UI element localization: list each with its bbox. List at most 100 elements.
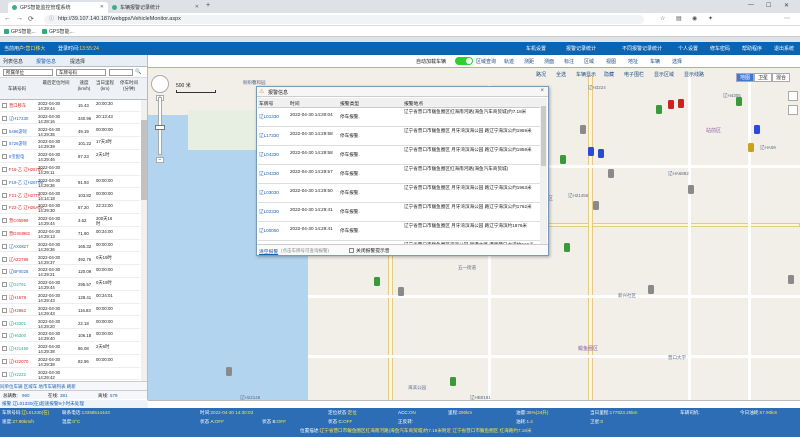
row-checkbox[interactable] bbox=[2, 320, 7, 326]
row-checkbox[interactable] bbox=[2, 128, 7, 134]
row-checkbox[interactable] bbox=[2, 218, 7, 224]
vehicle-marker[interactable] bbox=[564, 243, 570, 252]
table-row[interactable]: 5726游轮 2022-04-30 14:29:39 101.22 17天3时 bbox=[0, 138, 140, 151]
vehicle-marker[interactable] bbox=[688, 185, 694, 194]
collections-icon[interactable]: ▤ bbox=[676, 15, 682, 22]
alarm-plate[interactable]: 辽L01330 bbox=[259, 114, 279, 119]
vehicle-marker[interactable] bbox=[754, 125, 760, 134]
row-checkbox[interactable] bbox=[2, 154, 7, 160]
tab-select[interactable]: 提选择 bbox=[70, 58, 85, 65]
tool-show-route[interactable]: 显示线路 bbox=[684, 71, 704, 78]
clear-alarms-link[interactable]: 清空报警 bbox=[259, 248, 278, 255]
row-checkbox[interactable] bbox=[2, 282, 7, 288]
window-close-icon[interactable]: ✕ bbox=[784, 2, 789, 9]
vehicle-plate[interactable]: 营口移车 bbox=[9, 103, 26, 108]
vehicle-marker[interactable] bbox=[748, 143, 754, 152]
row-checkbox[interactable] bbox=[2, 371, 7, 377]
table-row[interactable]: 辽BF0028 2022-04-30 14:29:21 120.09 00:00:00 bbox=[0, 266, 140, 279]
new-tab-button[interactable]: + bbox=[206, 2, 210, 9]
col-plate[interactable]: 车辆号码 bbox=[8, 86, 26, 92]
tab-alarm-stats[interactable]: 车辆报警记录统计 ✕ bbox=[108, 2, 203, 13]
menu-personal-settings[interactable]: 个人设置 bbox=[678, 45, 698, 52]
tab-gps-monitor[interactable]: GPS智能监控管理系统 ✕ bbox=[8, 2, 108, 13]
group-select[interactable]: 所属单位 bbox=[3, 69, 53, 76]
table-row[interactable]: 辽H2222 2022-04-30 14:29:42 bbox=[0, 369, 140, 381]
table-row[interactable]: 营口移车 2022-04-30 14:29:44 15.43 20:00:30 bbox=[0, 100, 140, 112]
row-checkbox[interactable] bbox=[2, 231, 7, 236]
row-checkbox[interactable] bbox=[2, 179, 7, 185]
tool-area[interactable]: 测面 bbox=[544, 58, 554, 65]
profile-icon[interactable]: ◉ bbox=[692, 15, 697, 22]
layer-icon[interactable] bbox=[788, 91, 798, 101]
vehicle-marker[interactable] bbox=[588, 147, 594, 156]
menu-help[interactable]: 帮助程序 bbox=[742, 45, 762, 52]
extensions-icon[interactable]: ✦ bbox=[708, 15, 713, 22]
alarm-row[interactable]: 辽L00050 2022-04-30 14:29:41 停车报警. 辽宁省营口市鲅鱼圈… bbox=[258, 222, 540, 241]
row-checkbox[interactable] bbox=[2, 256, 7, 262]
alarm-plate[interactable]: 辽L04330 bbox=[259, 152, 279, 157]
vehicle-plate[interactable]: 辽AZ2798 bbox=[9, 257, 28, 262]
zoom-control[interactable]: + − bbox=[151, 75, 169, 167]
tool-area-query[interactable]: 区域查询 bbox=[476, 58, 496, 65]
vehicle-marker[interactable] bbox=[656, 105, 662, 114]
table-row[interactable]: 营C05999 2022-04-30 14:29:44 3.62 200天16时 bbox=[0, 215, 140, 227]
table-row[interactable]: F19-乙 辽H26T98 2022-04-30 14:29:36 91.93 00:… bbox=[0, 177, 140, 189]
table-row[interactable]: 辽H17330 2022-04-30 14:28:16 340.96 20:13:43 bbox=[0, 113, 140, 125]
table-row[interactable]: 辽AX0827 2022-04-30 14:29:36 165.32 00:00:00 bbox=[0, 241, 140, 253]
vehicle-marker[interactable] bbox=[736, 97, 742, 106]
vehicle-plate[interactable]: 辽H17330 bbox=[9, 116, 28, 121]
vehicle-marker[interactable] bbox=[398, 287, 404, 296]
alarm-row[interactable]: 辽L03030 2022-04-30 14:29:50 停车报警. 辽宁省营口市鲅鱼圈… bbox=[258, 184, 540, 203]
vehicle-plate[interactable]: 辽H1678 bbox=[9, 295, 26, 300]
table-row[interactable]: 辽H2862 2022-04-30 14:29:43 116.83 00:00:00 bbox=[0, 305, 140, 317]
map-type-map[interactable]: 地图 bbox=[736, 73, 755, 82]
row-checkbox[interactable] bbox=[2, 115, 7, 121]
search-input[interactable] bbox=[109, 69, 133, 76]
table-row[interactable]: F22-乙 辽H26A5A 2022-04-30 14:29:30 87.20 22:… bbox=[0, 202, 140, 215]
tool-hide[interactable]: 隐藏 bbox=[604, 71, 614, 78]
row-checkbox[interactable] bbox=[2, 192, 7, 198]
row-checkbox[interactable] bbox=[2, 333, 7, 339]
vehicle-plate[interactable]: 营C05999 bbox=[9, 218, 28, 223]
row-checkbox[interactable] bbox=[2, 205, 7, 211]
tool-track[interactable]: 轨迹 bbox=[504, 58, 514, 65]
row-checkbox[interactable] bbox=[2, 141, 7, 147]
vehicle-plate[interactable]: 辽H6300 bbox=[9, 333, 26, 338]
alarm-row[interactable]: 辽L02330 2022-04-30 14:29:41 停车报警. 辽宁省营口市鲅鱼圈… bbox=[258, 203, 540, 222]
tool-distance[interactable]: 测距 bbox=[524, 58, 534, 65]
row-checkbox[interactable] bbox=[2, 346, 7, 352]
fullscreen-icon[interactable] bbox=[788, 105, 798, 115]
alarm-row[interactable]: 辽L01330 2022-04-30 14:30:04 停车报警. 辽宁省营口市鲅鱼圈… bbox=[258, 108, 540, 127]
alarm-row[interactable]: 辽L04330 2022-04-30 14:29:58 停车报警. 辽宁省营口市鲅鱼圈… bbox=[258, 146, 540, 165]
vehicle-plate[interactable]: 辽H2222 bbox=[9, 372, 26, 377]
tool-select-all[interactable]: 全选 bbox=[556, 71, 566, 78]
menu-alarm-stats[interactable]: 报警记录统计 bbox=[566, 45, 596, 52]
vehicle-plate[interactable]: 营DXM982 bbox=[9, 231, 30, 236]
back-icon[interactable]: ← bbox=[4, 15, 11, 22]
row-checkbox[interactable] bbox=[2, 269, 7, 275]
bookmark-item[interactable]: GPS智能... bbox=[4, 28, 36, 35]
tool-select[interactable]: 选择 bbox=[672, 58, 682, 65]
alarm-scrollbar[interactable] bbox=[540, 98, 547, 245]
menu-change-password[interactable]: 修车密码 bbox=[710, 45, 730, 52]
tool-view[interactable]: 视图 bbox=[606, 58, 616, 65]
vehicle-marker[interactable] bbox=[648, 285, 654, 294]
table-row[interactable]: 辽H22070 2022-04-30 14:29:38 82.96 00:00:00 bbox=[0, 356, 140, 368]
tool-fence[interactable]: 电子围栏 bbox=[624, 71, 644, 78]
vehicle-plate[interactable]: 5726游轮 bbox=[9, 141, 27, 146]
menu-logout[interactable]: 退出系统 bbox=[774, 45, 794, 52]
alarm-plate[interactable]: 辽L17330 bbox=[259, 133, 279, 138]
forward-icon[interactable]: → bbox=[16, 15, 23, 22]
table-row[interactable]: 辽H21460 2022-04-30 14:29:38 86.08 2天6时 bbox=[0, 343, 140, 355]
col-stop[interactable]: 停车时间(分钟) bbox=[118, 80, 140, 92]
vehicle-marker[interactable] bbox=[668, 100, 674, 109]
tool-traffic[interactable]: 路况 bbox=[536, 71, 546, 78]
table-row[interactable]: 辽D2791 2022-04-30 14:29:44 295.57 0天19时 bbox=[0, 279, 140, 291]
col-speed[interactable]: 速度(km/h) bbox=[76, 80, 92, 92]
row-checkbox[interactable] bbox=[2, 167, 7, 172]
alarm-plate[interactable]: 辽L02330 bbox=[259, 209, 279, 214]
vehicle-marker[interactable] bbox=[580, 125, 586, 134]
close-icon[interactable]: × bbox=[540, 88, 544, 94]
vehicle-marker[interactable] bbox=[598, 149, 604, 158]
vehicle-plate[interactable]: 辽AX0827 bbox=[9, 244, 29, 249]
